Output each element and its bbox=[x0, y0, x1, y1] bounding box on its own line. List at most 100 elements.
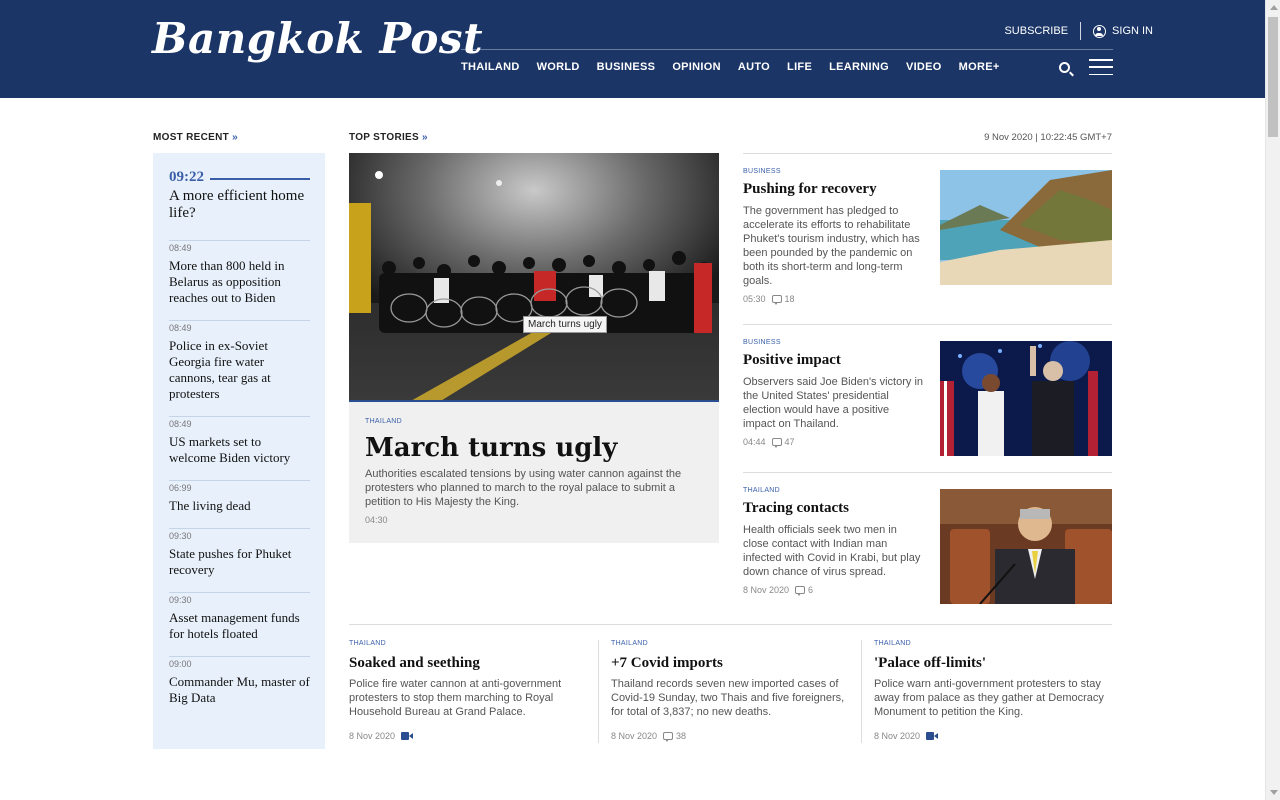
story-tag[interactable]: THAILAND bbox=[349, 640, 585, 647]
nav-video[interactable]: VIDEO bbox=[906, 61, 942, 73]
story-time: 8 Nov 2020 bbox=[611, 731, 658, 741]
recent-time: 09:22 bbox=[169, 169, 204, 185]
recent-title[interactable]: State pushes for Phuket recovery bbox=[169, 546, 310, 578]
side-story[interactable]: BUSINESS Positive impact Observers said … bbox=[743, 324, 1112, 472]
story-title[interactable]: Soaked and seething bbox=[349, 655, 585, 672]
scroll-up-arrow-icon[interactable] bbox=[1270, 5, 1278, 10]
recent-title[interactable]: A more efficient home life? bbox=[169, 188, 310, 222]
main-nav: THAILAND WORLD BUSINESS OPINION AUTO LIF… bbox=[461, 61, 1017, 73]
recent-time: 06:99 bbox=[169, 483, 192, 493]
recent-item[interactable]: 09:00 Commander Mu, master of Big Data bbox=[169, 656, 310, 706]
scroll-down-arrow-icon[interactable] bbox=[1270, 790, 1278, 795]
nav-thailand[interactable]: THAILAND bbox=[461, 61, 520, 73]
bottom-story[interactable]: THAILAND 'Palace off-limits' Police warn… bbox=[874, 640, 1110, 741]
recent-item[interactable]: 08:49 US markets set to welcome Biden vi… bbox=[169, 416, 310, 466]
story-thumbnail[interactable] bbox=[940, 170, 1112, 285]
story-tag[interactable]: THAILAND bbox=[365, 418, 703, 425]
comment-icon bbox=[771, 295, 782, 305]
story-meta: 8 Nov 2020 bbox=[874, 731, 1110, 741]
main-story-card[interactable]: THAILAND March turns ugly Authorities es… bbox=[349, 402, 719, 543]
side-story-text: THAILAND Tracing contacts Health officia… bbox=[743, 487, 923, 596]
protest-photo bbox=[349, 153, 719, 400]
comment-count[interactable]: 47 bbox=[771, 437, 795, 448]
nav-world[interactable]: WORLD bbox=[537, 61, 580, 73]
page-scrollbar[interactable] bbox=[1265, 0, 1280, 800]
story-time: 8 Nov 2020 bbox=[349, 731, 396, 741]
recent-title[interactable]: More than 800 held in Belarus as opposit… bbox=[169, 258, 310, 306]
account-divider bbox=[1080, 22, 1082, 40]
story-tag[interactable]: THAILAND bbox=[743, 487, 923, 494]
bottom-story[interactable]: THAILAND Soaked and seething Police fire… bbox=[349, 640, 585, 741]
comment-count-value: 38 bbox=[676, 731, 687, 741]
story-meta: 04:44 47 bbox=[743, 437, 923, 448]
story-thumbnail[interactable] bbox=[940, 341, 1112, 456]
story-time: 05:30 bbox=[743, 294, 766, 304]
story-title[interactable]: 'Palace off-limits' bbox=[874, 655, 1110, 672]
nav-auto[interactable]: AUTO bbox=[738, 61, 770, 73]
recent-item[interactable]: 09:30 State pushes for Phuket recovery bbox=[169, 528, 310, 578]
video-icon[interactable] bbox=[926, 732, 939, 740]
recent-item[interactable]: 06:99 The living dead bbox=[169, 480, 310, 514]
nav-opinion[interactable]: OPINION bbox=[672, 61, 721, 73]
most-recent-heading[interactable]: MOST RECENT» bbox=[153, 132, 238, 143]
story-tag[interactable]: THAILAND bbox=[611, 640, 847, 647]
column-divider bbox=[861, 640, 862, 743]
most-recent-list: 09:22 A more efficient home life? 08:49 … bbox=[153, 153, 325, 749]
site-logo[interactable]: Bangkok Post bbox=[152, 14, 483, 63]
nav-learning[interactable]: LEARNING bbox=[829, 61, 889, 73]
story-tag[interactable]: THAILAND bbox=[874, 640, 1110, 647]
main-story-title[interactable]: March turns ugly bbox=[365, 433, 703, 463]
search-icon[interactable] bbox=[1059, 62, 1070, 73]
chevron-right-icon: » bbox=[232, 132, 238, 143]
main-story-time: 04:30 bbox=[365, 515, 388, 525]
comment-count[interactable]: 18 bbox=[771, 294, 795, 305]
recent-title[interactable]: Police in ex-Soviet Georgia fire water c… bbox=[169, 338, 310, 402]
bottom-story[interactable]: THAILAND +7 Covid imports Thailand recor… bbox=[611, 640, 847, 742]
recent-title[interactable]: Asset management funds for hotels floate… bbox=[169, 610, 310, 642]
side-story-text: BUSINESS Pushing for recovery The govern… bbox=[743, 168, 923, 305]
column-divider bbox=[598, 640, 599, 743]
recent-item[interactable]: 09:22 A more efficient home life? bbox=[169, 169, 310, 222]
story-tag[interactable]: BUSINESS bbox=[743, 339, 923, 346]
recent-title[interactable]: The living dead bbox=[169, 498, 310, 514]
story-summary: Observers said Joe Biden's victory in th… bbox=[743, 376, 924, 430]
recent-item[interactable]: 08:49 More than 800 held in Belarus as o… bbox=[169, 240, 310, 306]
comment-count[interactable]: 38 bbox=[663, 731, 687, 742]
story-title[interactable]: Pushing for recovery bbox=[743, 181, 923, 198]
main-story-image[interactable] bbox=[349, 153, 719, 402]
top-stories-heading[interactable]: TOP STORIES» bbox=[349, 132, 428, 143]
menu-icon[interactable] bbox=[1089, 59, 1113, 75]
nav-business[interactable]: BUSINESS bbox=[597, 61, 656, 73]
video-icon[interactable] bbox=[401, 732, 414, 740]
bottom-divider bbox=[349, 624, 1112, 625]
sign-in-link[interactable]: SIGN IN bbox=[1093, 24, 1153, 38]
story-thumbnail[interactable] bbox=[940, 489, 1112, 604]
story-title[interactable]: +7 Covid imports bbox=[611, 655, 847, 672]
story-meta: 8 Nov 2020 bbox=[349, 731, 585, 741]
main-story-summary: Authorities escalated tensions by using … bbox=[365, 468, 682, 508]
recent-item[interactable]: 08:49 Police in ex-Soviet Georgia fire w… bbox=[169, 320, 310, 402]
story-title[interactable]: Positive impact bbox=[743, 352, 923, 369]
recent-title[interactable]: Commander Mu, master of Big Data bbox=[169, 674, 310, 706]
nav-more[interactable]: MORE+ bbox=[959, 61, 1000, 73]
story-meta: 8 Nov 2020 38 bbox=[611, 731, 847, 742]
subscribe-link[interactable]: SUBSCRIBE bbox=[1004, 25, 1068, 37]
side-story[interactable]: THAILAND Tracing contacts Health officia… bbox=[743, 472, 1112, 622]
recent-title[interactable]: US markets set to welcome Biden victory bbox=[169, 434, 310, 466]
most-recent-label: MOST RECENT bbox=[153, 132, 230, 143]
story-summary: Health officials seek two men in close c… bbox=[743, 524, 921, 578]
story-meta: 05:30 18 bbox=[743, 294, 923, 305]
story-title[interactable]: Tracing contacts bbox=[743, 500, 923, 517]
comment-count[interactable]: 6 bbox=[795, 585, 814, 596]
nav-life[interactable]: LIFE bbox=[787, 61, 812, 73]
current-datetime: 9 Nov 2020 | 10:22:45 GMT+7 bbox=[984, 132, 1112, 143]
story-summary: The government has pledged to accelerate… bbox=[743, 205, 920, 287]
comment-icon bbox=[795, 586, 806, 596]
story-tag[interactable]: BUSINESS bbox=[743, 168, 923, 175]
recent-item[interactable]: 09:30 Asset management funds for hotels … bbox=[169, 592, 310, 642]
comment-count-value: 6 bbox=[808, 585, 814, 595]
recent-time: 08:49 bbox=[169, 419, 192, 429]
side-story[interactable]: BUSINESS Pushing for recovery The govern… bbox=[743, 153, 1112, 324]
scroll-thumb[interactable] bbox=[1268, 17, 1278, 137]
recent-time: 09:00 bbox=[169, 659, 192, 669]
